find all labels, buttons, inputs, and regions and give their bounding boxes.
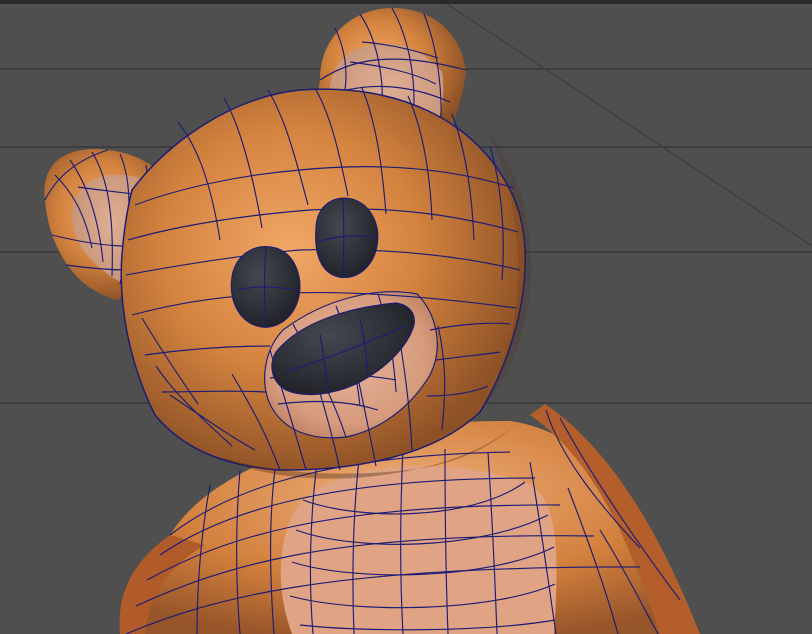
left-eye[interactable]: [230, 246, 301, 328]
right-eye[interactable]: [315, 197, 379, 278]
modeling-viewport[interactable]: [0, 0, 812, 634]
bear-head[interactable]: [120, 87, 527, 471]
scene-render[interactable]: [0, 0, 812, 634]
